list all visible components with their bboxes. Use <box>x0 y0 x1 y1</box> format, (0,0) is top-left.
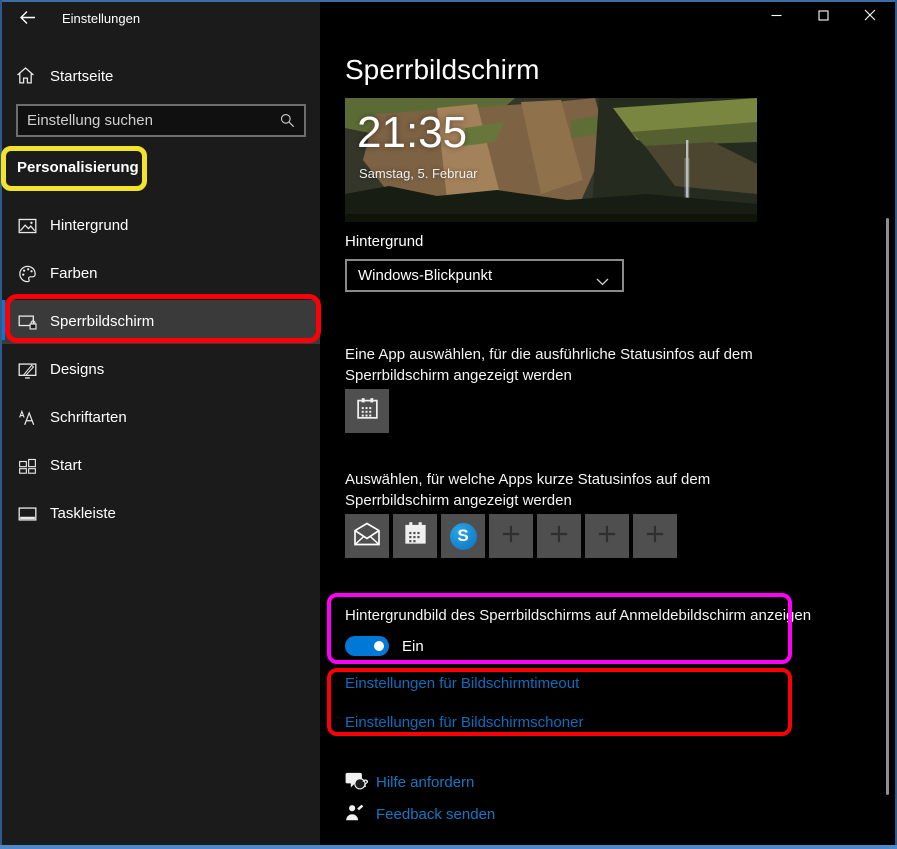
quick-status-app-row: S <box>345 514 677 558</box>
quick-status-app-mail[interactable] <box>345 514 389 558</box>
window-border-left <box>0 0 2 849</box>
minimize-button[interactable] <box>753 2 799 32</box>
preview-date: Samstag, 5. Februar <box>359 166 478 181</box>
sidebar-item-home[interactable]: Startseite <box>2 60 320 92</box>
detailed-status-app-button[interactable] <box>345 389 389 433</box>
content-scrollbar[interactable] <box>886 218 889 795</box>
sidebar-item-start[interactable]: Start <box>2 444 320 488</box>
sidebar-item-home-label: Startseite <box>50 68 113 85</box>
signin-background-toggle-label: Hintergrundbild des Sperrbildschirms auf… <box>345 607 811 624</box>
add-app-button[interactable] <box>537 514 581 558</box>
toggle-state-label: Ein <box>402 638 424 655</box>
signin-background-toggle[interactable] <box>345 636 389 656</box>
quick-status-app-calendar[interactable] <box>393 514 437 558</box>
minimize-icon <box>771 8 782 26</box>
background-label: Hintergrund <box>345 233 423 250</box>
sidebar-item-designs[interactable]: Designs <box>2 348 320 392</box>
maximize-icon <box>818 8 829 26</box>
sidebar-item-label: Hintergrund <box>50 217 128 234</box>
mail-icon <box>352 521 382 552</box>
sidebar-item-farben[interactable]: Farben <box>2 252 320 296</box>
add-app-button[interactable] <box>585 514 629 558</box>
screensaver-settings-link[interactable]: Einstellungen für Bildschirmschoner <box>345 714 583 731</box>
add-app-button[interactable] <box>633 514 677 558</box>
add-app-button[interactable] <box>489 514 533 558</box>
sidebar: Einstellungen Startseite Einstellung suc… <box>2 2 320 845</box>
annotation-box-toggle <box>327 593 792 664</box>
search-input[interactable]: Einstellung suchen <box>16 104 306 137</box>
sidebar-item-sperrbildschirm[interactable]: Sperrbildschirm <box>2 300 320 344</box>
plus-icon <box>644 523 666 550</box>
quick-status-app-skype[interactable]: S <box>441 514 485 558</box>
settings-window: Einstellungen Startseite Einstellung suc… <box>0 0 897 849</box>
back-icon <box>19 10 36 30</box>
page-title: Sperrbildschirm <box>345 54 540 86</box>
sidebar-item-label: Farben <box>50 265 98 282</box>
sidebar-item-schriftarten[interactable]: Schriftarten <box>2 396 320 440</box>
calendar-icon <box>403 521 428 551</box>
skype-icon: S <box>450 523 477 550</box>
sidebar-item-taskleiste[interactable]: Taskleiste <box>2 492 320 536</box>
plus-icon <box>548 523 570 550</box>
window-border-top <box>0 0 897 2</box>
quick-status-text: Auswählen, für welche Apps kurze Statusi… <box>345 469 805 511</box>
feedback-icon <box>345 803 364 827</box>
lockscreen-preview: 21:35 Samstag, 5. Februar <box>345 98 757 222</box>
background-dropdown[interactable]: Windows-Blickpunkt <box>345 259 624 292</box>
preview-time: 21:35 <box>357 108 467 158</box>
sidebar-item-hintergrund[interactable]: Hintergrund <box>2 204 320 248</box>
help-icon <box>345 771 366 795</box>
sidebar-item-label: Taskleiste <box>50 505 116 522</box>
close-button[interactable] <box>846 2 893 32</box>
window-border-bottom <box>0 845 897 849</box>
search-placeholder: Einstellung suchen <box>27 112 153 129</box>
chevron-down-icon <box>596 273 609 291</box>
sidebar-item-label: Schriftarten <box>50 409 127 426</box>
calendar-icon <box>356 397 379 425</box>
detailed-status-text: Eine App auswählen, für die ausführliche… <box>345 344 795 386</box>
send-feedback-link[interactable]: Feedback senden <box>376 806 495 823</box>
toggle-knob <box>374 641 384 651</box>
sidebar-item-label: Start <box>50 457 82 474</box>
screen-timeout-settings-link[interactable]: Einstellungen für Bildschirmtimeout <box>345 675 579 692</box>
sidebar-item-label: Sperrbildschirm <box>50 313 154 330</box>
section-label-personalisierung: Personalisierung <box>17 159 139 176</box>
sidebar-item-label: Designs <box>50 361 104 378</box>
skype-letter: S <box>457 526 468 546</box>
get-help-link[interactable]: Hilfe anfordern <box>376 774 474 791</box>
titlebar-title: Einstellungen <box>62 11 140 26</box>
search-icon[interactable] <box>280 113 295 133</box>
plus-icon <box>500 523 522 550</box>
close-icon <box>864 8 876 26</box>
background-dropdown-value: Windows-Blickpunkt <box>358 267 492 284</box>
plus-icon <box>596 523 618 550</box>
maximize-button[interactable] <box>800 2 846 32</box>
back-button[interactable] <box>12 8 42 32</box>
